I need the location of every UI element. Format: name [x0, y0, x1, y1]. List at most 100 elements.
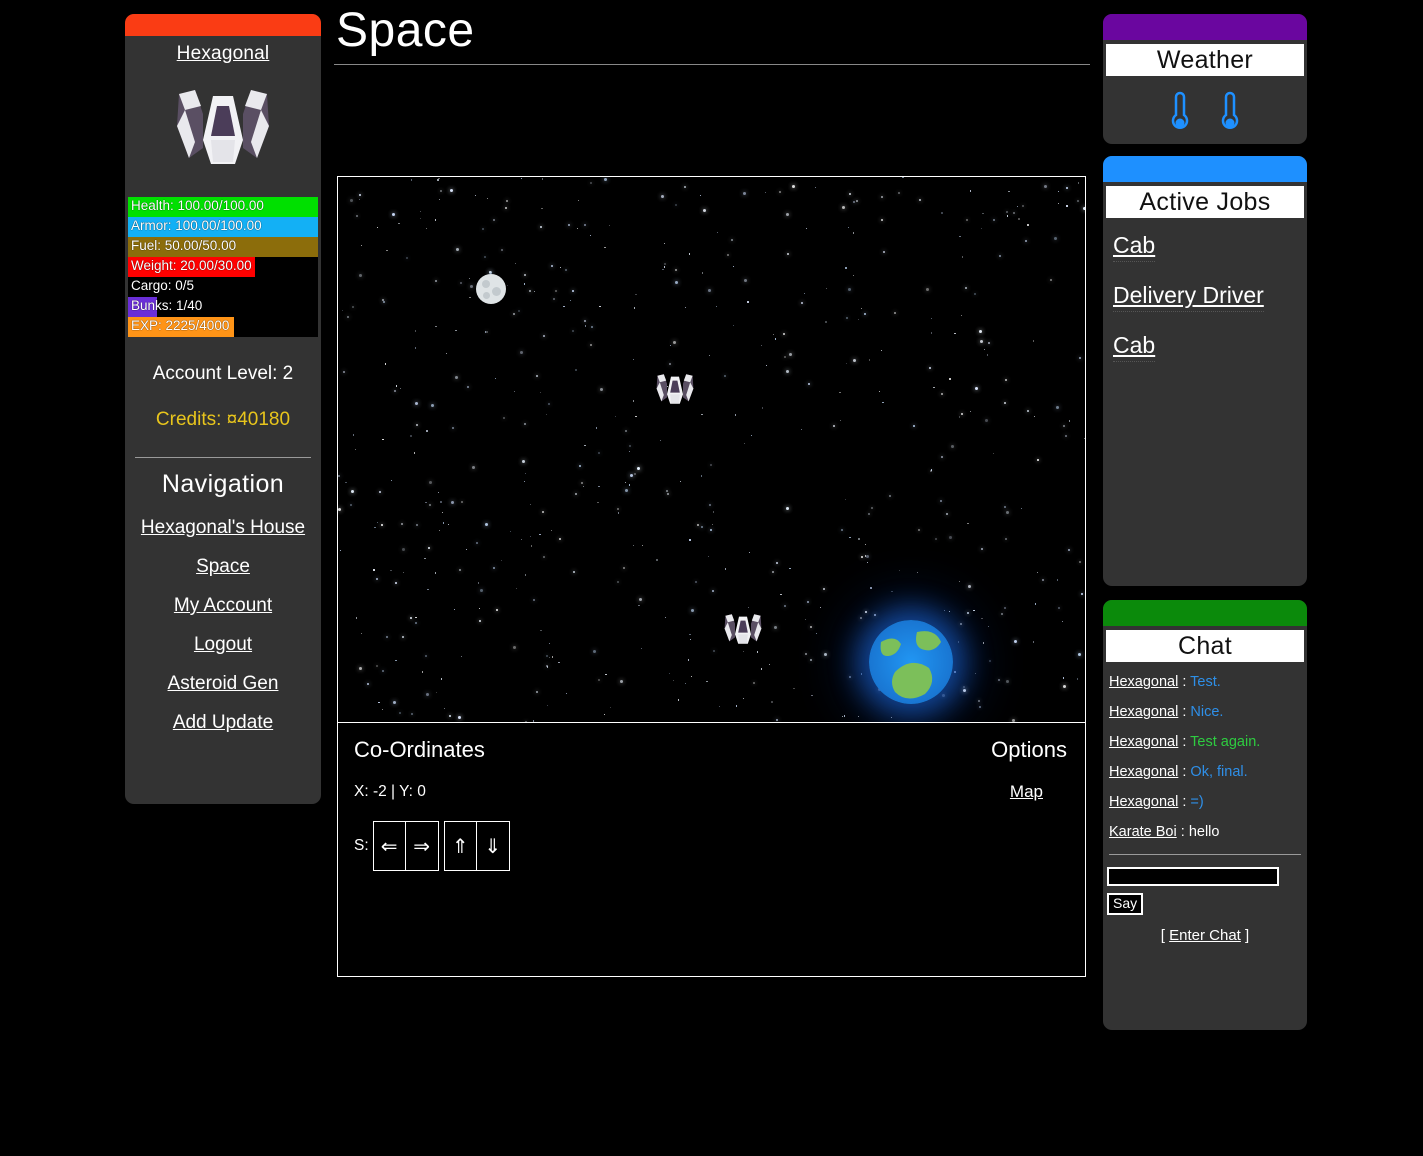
say-button[interactable]: Say — [1107, 893, 1144, 915]
star — [475, 541, 478, 544]
main-content: Space Co-Ordinates Options X: -2 | Y: 0 … — [332, 0, 1094, 980]
star — [642, 544, 644, 547]
star — [857, 319, 859, 321]
star — [547, 403, 550, 406]
star — [981, 227, 983, 230]
sidebar-item-house[interactable]: Hexagonal's House — [125, 517, 321, 539]
thermometer-icon[interactable] — [1169, 90, 1191, 134]
star — [1033, 641, 1035, 643]
star — [468, 277, 470, 280]
star — [598, 679, 601, 681]
star — [973, 293, 976, 296]
ship-sprite[interactable] — [723, 610, 763, 653]
star — [1078, 560, 1081, 563]
star — [1005, 511, 1009, 515]
star — [882, 401, 884, 403]
move-down-button[interactable]: ⇓ — [476, 822, 509, 870]
star — [708, 288, 712, 292]
star — [402, 571, 405, 574]
star — [1077, 182, 1079, 184]
star — [535, 691, 538, 694]
star — [970, 411, 972, 413]
star — [662, 268, 664, 271]
ship-sprite[interactable] — [655, 370, 695, 413]
job-item-cab-2[interactable]: Cab — [1113, 332, 1156, 362]
sidebar-item-asteroid-gen[interactable]: Asteroid Gen — [125, 673, 321, 695]
star — [541, 178, 544, 180]
player-name-link[interactable]: Hexagonal — [177, 43, 270, 64]
sidebar-item-add-update[interactable]: Add Update — [125, 712, 321, 734]
star — [1012, 719, 1016, 722]
moon-sprite[interactable] — [476, 274, 506, 304]
star — [531, 545, 533, 547]
star — [689, 633, 691, 635]
map-link[interactable]: Map — [1010, 782, 1043, 802]
star — [513, 313, 516, 316]
star — [632, 358, 635, 361]
star — [494, 377, 497, 379]
job-item-delivery-driver[interactable]: Delivery Driver — [1113, 282, 1264, 312]
star — [973, 609, 975, 611]
star — [699, 194, 701, 197]
star — [455, 247, 459, 251]
star — [969, 190, 972, 192]
star — [959, 235, 961, 238]
star — [954, 671, 956, 673]
star — [437, 491, 439, 494]
star — [592, 650, 596, 654]
star — [1034, 603, 1036, 605]
star — [438, 198, 441, 201]
sidebar-item-my-account[interactable]: My Account — [125, 595, 321, 617]
star — [665, 616, 667, 619]
star — [378, 701, 380, 704]
coordinates-heading: Co-Ordinates — [354, 737, 485, 762]
chat-input[interactable] — [1107, 867, 1279, 886]
starfield-map[interactable] — [338, 177, 1085, 723]
star — [434, 572, 437, 574]
chat-username[interactable]: Hexagonal — [1109, 704, 1178, 720]
star — [688, 253, 690, 255]
move-up-button[interactable]: ⇑ — [444, 822, 477, 870]
star — [401, 635, 404, 638]
star — [1057, 202, 1059, 204]
star — [1078, 653, 1082, 657]
move-left-button[interactable]: ⇐ — [373, 822, 406, 870]
chat-username[interactable]: Hexagonal — [1109, 674, 1178, 690]
jobs-list: Cab Delivery Driver Cab — [1103, 218, 1307, 362]
move-right-button[interactable]: ⇒ — [405, 822, 438, 870]
star — [659, 439, 661, 442]
job-item-cab-1[interactable]: Cab — [1113, 232, 1156, 262]
star — [576, 227, 578, 230]
sidebar-item-space[interactable]: Space — [125, 556, 321, 578]
star — [446, 352, 448, 354]
chat-username[interactable]: Karate Boi — [1109, 824, 1177, 840]
enter-chat-link[interactable]: Enter Chat — [1169, 927, 1241, 944]
stat-label-health: Health: 100.00/100.00 — [131, 198, 264, 213]
star — [529, 535, 532, 538]
star — [580, 481, 583, 484]
star — [780, 593, 782, 596]
sidebar-item-logout[interactable]: Logout — [125, 634, 321, 656]
chat-username[interactable]: Hexagonal — [1109, 734, 1178, 750]
star — [672, 680, 675, 682]
star — [1067, 549, 1070, 552]
star — [386, 249, 388, 251]
star — [917, 571, 919, 574]
chat-separator: : — [1178, 734, 1191, 750]
star — [863, 312, 866, 315]
thermometer-icon[interactable] — [1219, 90, 1241, 134]
planet-sprite[interactable] — [869, 620, 953, 704]
player-sidebar: Hexagonal Health: 100.00/100.00 Armor: 1… — [125, 14, 321, 804]
chat-username[interactable]: Hexagonal — [1109, 794, 1178, 810]
chat-separator: : — [1178, 764, 1191, 780]
chat-separator: : — [1178, 794, 1191, 810]
star — [513, 391, 515, 393]
star — [495, 608, 498, 611]
star — [466, 548, 468, 550]
jobs-title-bar: Active Jobs — [1106, 186, 1304, 218]
star — [750, 434, 753, 437]
star — [864, 610, 867, 613]
star — [540, 225, 543, 228]
star — [522, 460, 526, 464]
chat-username[interactable]: Hexagonal — [1109, 764, 1178, 780]
